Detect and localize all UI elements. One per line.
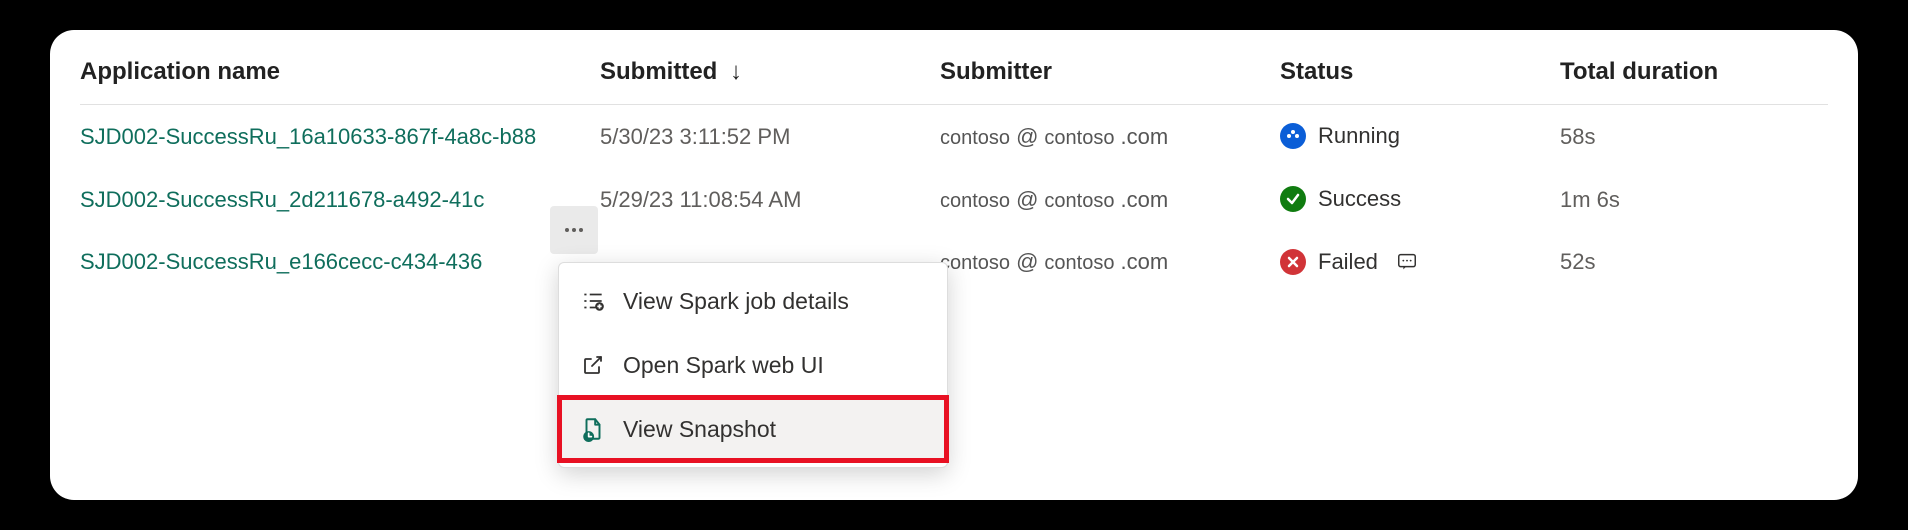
success-status-icon <box>1280 186 1306 212</box>
message-icon[interactable] <box>1396 251 1418 273</box>
table-row[interactable]: SJD002-SuccessRu_2d211678-a492-41c 5/29/… <box>80 168 1828 231</box>
submitter-user: contoso <box>940 190 1010 213</box>
at-sign: @ <box>1016 187 1038 213</box>
column-header-submitter[interactable]: Submitter <box>940 58 1280 86</box>
failed-status-icon <box>1280 249 1306 275</box>
submitted-cell: 5/30/23 3:11:52 PM <box>600 124 940 150</box>
snapshot-icon <box>579 415 607 443</box>
status-label: Failed <box>1318 249 1378 275</box>
submitter-cell: contoso @ contoso .com <box>940 249 1280 275</box>
sort-descending-icon: ↓ <box>730 58 742 85</box>
menu-item-open-spark-web-ui[interactable]: Open Spark web UI <box>559 333 947 397</box>
menu-item-label: Open Spark web UI <box>623 352 824 379</box>
column-header-status[interactable]: Status <box>1280 58 1560 86</box>
status-label: Running <box>1318 123 1400 149</box>
submitter-domain: contoso <box>1044 190 1114 213</box>
application-name-link[interactable]: SJD002-SuccessRu_16a10633-867f-4a8c-b88 <box>80 124 600 150</box>
menu-item-view-snapshot[interactable]: View Snapshot <box>559 397 947 461</box>
status-cell: Running <box>1280 123 1560 150</box>
duration-cell: 58s <box>1560 124 1820 150</box>
submitter-domain: contoso <box>1044 252 1114 275</box>
submitter-tld: .com <box>1120 249 1168 275</box>
menu-item-view-spark-job-details[interactable]: View Spark job details <box>559 269 947 333</box>
application-name-link[interactable]: SJD002-SuccessRu_2d211678-a492-41c <box>80 187 600 213</box>
running-status-icon <box>1280 123 1306 149</box>
list-details-icon <box>579 287 607 315</box>
submitter-user: contoso <box>940 252 1010 275</box>
row-more-options-button[interactable] <box>550 206 598 254</box>
menu-item-label: View Snapshot <box>623 416 776 443</box>
at-sign: @ <box>1016 124 1038 150</box>
submitter-cell: contoso @ contoso .com <box>940 187 1280 213</box>
status-cell: Failed <box>1280 249 1560 275</box>
submitter-cell: contoso @ contoso .com <box>940 124 1280 150</box>
open-external-icon <box>579 351 607 379</box>
submitter-user: contoso <box>940 127 1010 150</box>
header-label: Submitter <box>940 58 1052 85</box>
status-label: Success <box>1318 186 1401 212</box>
submitter-tld: .com <box>1120 124 1168 150</box>
header-label: Application name <box>80 58 280 85</box>
column-header-total-duration[interactable]: Total duration <box>1560 58 1820 86</box>
header-label: Submitted <box>600 58 717 85</box>
column-header-submitted[interactable]: Submitted ↓ <box>600 58 940 86</box>
duration-cell: 52s <box>1560 249 1820 275</box>
table-body: SJD002-SuccessRu_16a10633-867f-4a8c-b88 … <box>80 105 1828 293</box>
header-label: Status <box>1280 58 1353 85</box>
submitter-domain: contoso <box>1044 127 1114 150</box>
spark-jobs-card: Application name Submitted ↓ Submitter S… <box>50 30 1858 500</box>
table-row[interactable]: SJD002-SuccessRu_e166cecc-c434-436 conto… <box>80 231 1828 293</box>
duration-cell: 1m 6s <box>1560 187 1820 213</box>
column-header-application-name[interactable]: Application name <box>80 58 600 86</box>
submitter-tld: .com <box>1120 187 1168 213</box>
status-cell: Success <box>1280 186 1560 213</box>
menu-item-label: View Spark job details <box>623 288 849 315</box>
application-name-link[interactable]: SJD002-SuccessRu_e166cecc-c434-436 <box>80 249 600 275</box>
table-header-row: Application name Submitted ↓ Submitter S… <box>80 48 1828 105</box>
table-row[interactable]: SJD002-SuccessRu_16a10633-867f-4a8c-b88 … <box>80 105 1828 168</box>
ellipsis-icon <box>562 218 586 242</box>
header-label: Total duration <box>1560 58 1718 85</box>
row-context-menu: View Spark job details Open Spark web UI <box>558 262 948 468</box>
at-sign: @ <box>1016 249 1038 275</box>
submitted-cell: 5/29/23 11:08:54 AM <box>600 187 940 213</box>
